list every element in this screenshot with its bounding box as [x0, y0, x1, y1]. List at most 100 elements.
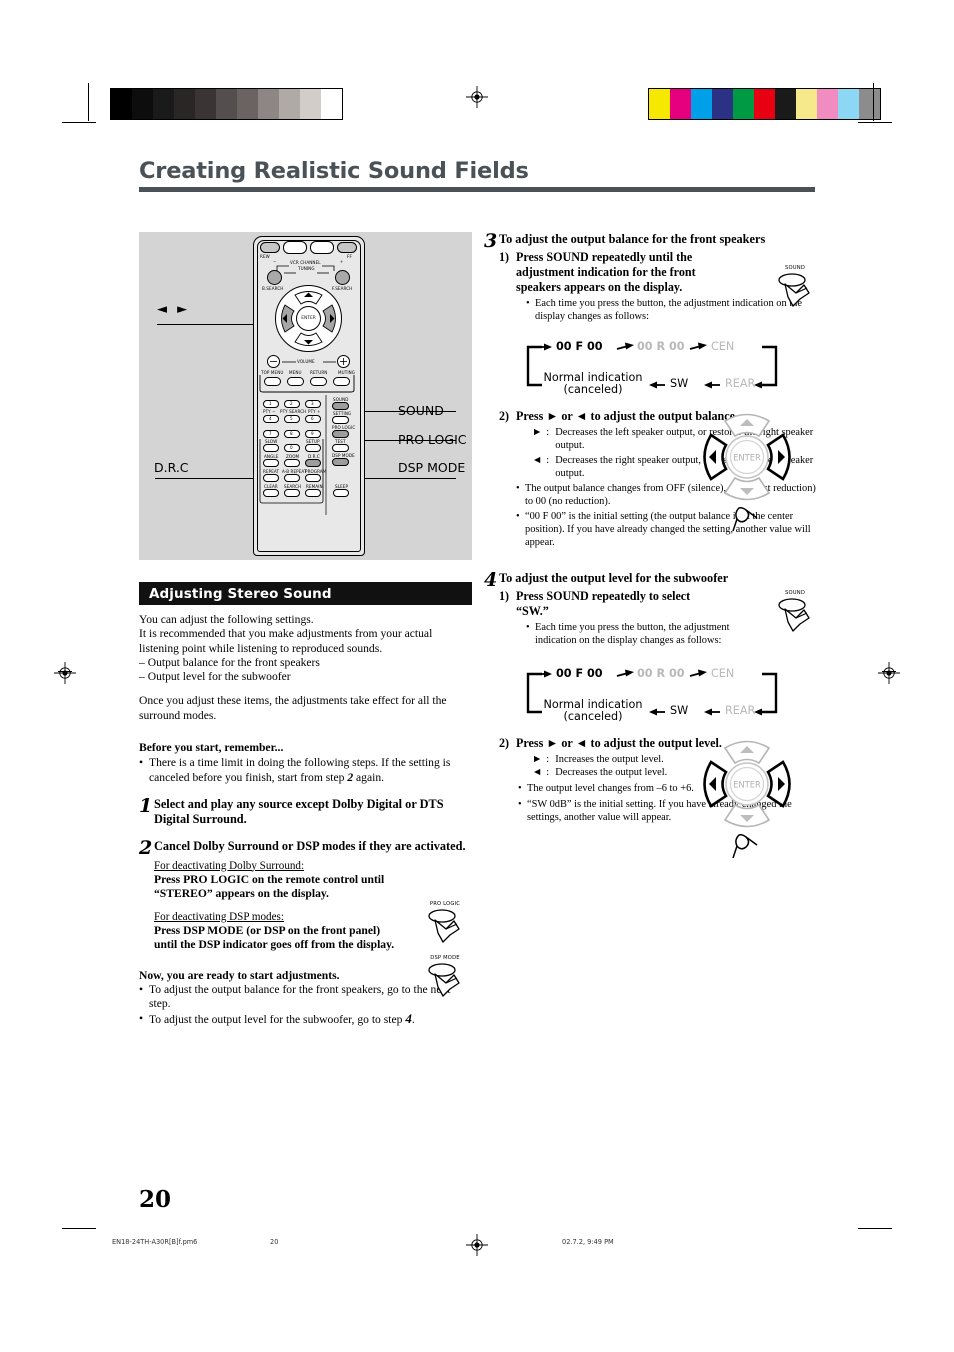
step-2-sub2-title: For deactivating DSP modes:	[154, 911, 284, 924]
remote-cursor-arrows[interactable]	[275, 285, 342, 352]
color-swatch-10	[859, 89, 880, 119]
remote-button-rew[interactable]	[260, 242, 280, 253]
gray-swatch-2	[153, 89, 174, 119]
remote-button-setting[interactable]	[332, 416, 349, 424]
remote-button-angle[interactable]	[263, 459, 279, 467]
intro-line-5: Once you adjust these items, the adjustm…	[139, 694, 447, 722]
remote-button-pro-logic[interactable]	[332, 430, 349, 438]
gray-swatch-4	[195, 89, 216, 119]
bullet-dot: •	[526, 298, 530, 310]
cursor-pad-graphic-step4[interactable]: ENTER	[695, 732, 799, 858]
remote-label-pro-logic: PRO LOGIC	[332, 425, 356, 430]
bullet-dot: •	[526, 622, 530, 634]
remote-label-ff: FF	[347, 254, 352, 259]
gray-swatch-7	[258, 89, 279, 119]
callout-drc: D.R.C	[154, 460, 189, 475]
color-swatch-7	[796, 89, 817, 119]
color-swatch-9	[838, 89, 859, 119]
flow-item-cen: CEN	[711, 340, 735, 354]
remote-button-play-pause[interactable]	[310, 241, 334, 254]
step-3: 3 To adjust the output balance for the f…	[484, 231, 816, 323]
remote-button-test[interactable]	[332, 444, 349, 452]
before-you-start-block: Before you start, remember... • There is…	[139, 741, 472, 785]
remote-button-ab-repeat[interactable]	[284, 474, 300, 482]
remote-button-drc[interactable]	[305, 459, 321, 467]
before-you-start-heading: Before you start, remember...	[139, 741, 284, 755]
callout-cursor-arrows: ◄ ►	[157, 302, 191, 317]
flow-item-normal-indication: Normal indication (canceled)	[534, 372, 652, 396]
right-arrow-symbol: ►	[532, 753, 543, 765]
cursor-pad-svg[interactable]: ENTER	[695, 405, 799, 535]
crop-mark-bottom-left	[62, 1228, 96, 1230]
remote-digit-9: 9	[311, 431, 314, 436]
remote-numpad-outline	[259, 439, 324, 504]
remote-button-0[interactable]	[284, 444, 300, 452]
remote-button-sound[interactable]	[332, 402, 349, 410]
remote-button-6[interactable]	[305, 415, 321, 423]
step-3-substep-1-heading: Press SOUND repeatedly until the adjustm…	[516, 250, 696, 295]
remote-label-rew: REW	[260, 254, 270, 259]
remote-button-return[interactable]	[310, 377, 327, 386]
gray-swatch-0	[111, 89, 132, 119]
remote-label-test: TEST	[335, 439, 346, 444]
remote-button-ff[interactable]	[337, 242, 357, 253]
colon: :	[546, 753, 550, 765]
remote-button-enter[interactable]: ENTER	[296, 306, 321, 331]
remote-digit-3: 3	[311, 401, 314, 406]
calbar-tick-left	[88, 83, 89, 121]
remote-label-b-search: B.SEARCH	[262, 286, 284, 291]
crop-mark-top-right	[858, 122, 892, 124]
remote-button-3[interactable]	[305, 400, 321, 408]
remote-button-7[interactable]	[263, 430, 279, 438]
remote-label-angle: ANGLE	[264, 454, 279, 459]
remote-button-f-search[interactable]	[335, 270, 350, 285]
gray-swatch-5	[216, 89, 237, 119]
remote-button-sleep[interactable]	[333, 489, 349, 497]
remote-button-slow[interactable]	[263, 444, 279, 452]
cursor-pad-graphic-step3[interactable]: ENTER	[695, 405, 799, 532]
step-1: 1 Select and play any source except Dolb…	[139, 796, 472, 827]
remote-button-remain[interactable]	[305, 489, 321, 497]
right-arrow-symbol: ►	[532, 427, 543, 439]
remote-cursor-ring	[275, 285, 342, 352]
color-swatch-6	[775, 89, 796, 119]
remote-label-drc: D.R.C	[308, 454, 320, 459]
flow-item-sw: SW	[670, 377, 689, 391]
remote-button-muting[interactable]	[333, 377, 350, 386]
step-2-heading: Cancel Dolby Surround or DSP modes if th…	[154, 839, 466, 854]
flow-diagram-step3: 00 F 00 00 R 00 CEN Normal indication (c…	[514, 335, 789, 397]
title-rule	[139, 187, 815, 192]
cursor-pad-svg[interactable]: ENTER	[695, 732, 799, 862]
remote-button-menu[interactable]	[287, 377, 304, 386]
step-3-heading: To adjust the output balance for the fro…	[499, 232, 766, 246]
remote-button-1[interactable]	[263, 400, 279, 408]
remote-button-9[interactable]	[305, 430, 321, 438]
flow-item-rear: REAR	[725, 377, 756, 391]
registration-target-bottom	[466, 1234, 488, 1256]
remote-button-stop[interactable]	[283, 241, 307, 254]
remote-button-4[interactable]	[263, 415, 279, 423]
remote-numpad-divider	[325, 395, 327, 515]
gray-swatch-10	[321, 89, 342, 119]
remote-button-8[interactable]	[284, 430, 300, 438]
remote-label-remain: REMAIN	[306, 484, 323, 489]
remote-button-5[interactable]	[284, 415, 300, 423]
remote-button-search[interactable]	[284, 489, 300, 497]
remote-button-setup[interactable]	[305, 444, 321, 452]
remote-button-top-menu[interactable]	[264, 377, 281, 386]
bullet-dot: •	[139, 983, 144, 997]
remote-button-volume-down[interactable]	[267, 355, 280, 368]
remote-button-dsp-mode[interactable]	[332, 458, 349, 466]
remote-button-repeat[interactable]	[263, 474, 279, 482]
remote-button-program[interactable]	[305, 474, 321, 482]
remote-button-zoom[interactable]	[284, 459, 300, 467]
remote-button-volume-up[interactable]	[337, 355, 350, 368]
left-arrow-symbol: ◄	[532, 454, 543, 466]
colon: :	[546, 454, 550, 466]
remote-button-clear[interactable]	[263, 489, 279, 497]
remote-button-2[interactable]	[284, 400, 300, 408]
remote-button-b-search[interactable]	[267, 270, 282, 285]
remote-label-f-search: F.SEARCH	[332, 286, 353, 291]
intro-line-3: – Output balance for the front speakers	[139, 655, 320, 669]
step-3-substep-2-number: 2)	[499, 409, 510, 424]
